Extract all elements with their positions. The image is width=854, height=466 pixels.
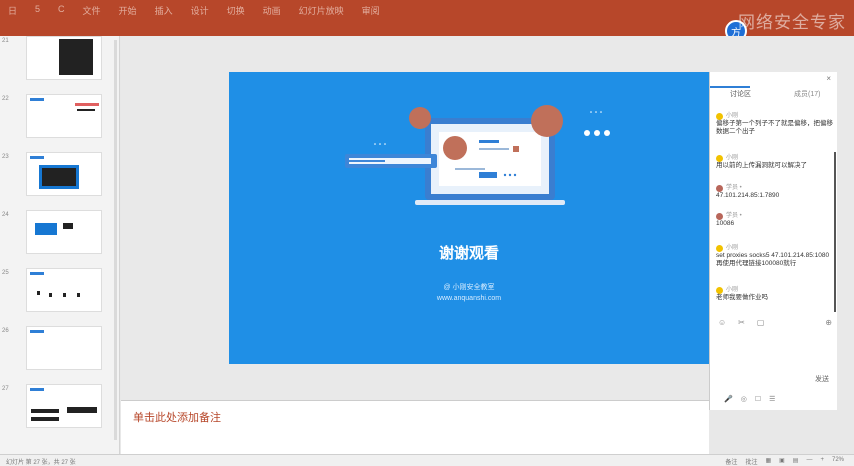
thumbnail-number: 24 bbox=[2, 212, 9, 218]
thumbnail-row[interactable]: 24 bbox=[0, 210, 118, 266]
tab-members[interactable]: 成员(17) bbox=[794, 89, 820, 99]
status-bar: 幻灯片 第 27 张，共 27 张 备注 批注 ▦ ▣ ▤ — + 72% bbox=[0, 454, 854, 466]
thumbnail-row[interactable]: 21 bbox=[0, 36, 118, 92]
message-author: 小刚 bbox=[726, 155, 739, 161]
chat-bottom-toolbar: 🎤 ◎ ☐ ☰ bbox=[724, 395, 836, 403]
avatar bbox=[716, 212, 723, 220]
avatar bbox=[716, 286, 723, 294]
notes-button[interactable]: 备注 bbox=[725, 457, 737, 466]
reading-view-icon[interactable]: ▤ bbox=[793, 457, 799, 466]
chat-message: 小刚 用以前的上传漏洞就可以解决了 bbox=[716, 154, 834, 170]
chat-toolbar: ☺ ✂ ▢ ⊕ bbox=[718, 318, 832, 328]
slide-counter: 幻灯片 第 27 张，共 27 张 bbox=[6, 460, 76, 466]
quick-access-menu: 日 5 C 文件 开始 插入 设计 切换 动画 幻灯片放映 审阅 bbox=[8, 4, 380, 17]
tab-discussion[interactable]: 讨论区 bbox=[730, 89, 751, 99]
avatar bbox=[716, 184, 723, 192]
menu-slideshow[interactable]: 幻灯片放映 bbox=[299, 4, 344, 17]
comments-button[interactable]: 批注 bbox=[745, 457, 757, 466]
image-icon[interactable]: ▢ bbox=[757, 318, 765, 328]
thumbnail-number: 25 bbox=[2, 270, 9, 276]
thumbnail-row[interactable]: 22 bbox=[0, 94, 118, 150]
avatar bbox=[716, 244, 723, 252]
avatar bbox=[716, 112, 723, 120]
zoom-out-icon[interactable]: — bbox=[806, 457, 812, 466]
emoji-icon[interactable]: ☺ bbox=[718, 318, 726, 328]
message-text: set proxies socks5 47.101.214.85:1080 再使… bbox=[716, 252, 830, 267]
redo-icon[interactable]: C bbox=[58, 4, 65, 17]
slide-thumbnail[interactable] bbox=[26, 152, 102, 196]
notes-pane[interactable]: 单击此处添加备注 bbox=[121, 400, 709, 454]
save-icon[interactable]: 日 bbox=[8, 4, 17, 17]
slide-thumbnail[interactable] bbox=[26, 210, 102, 254]
message-author: 学员 • bbox=[726, 185, 742, 191]
message-author: 小刚 bbox=[726, 287, 739, 293]
menu-animations[interactable]: 动画 bbox=[263, 4, 281, 17]
active-tab-indicator bbox=[710, 86, 750, 88]
normal-view-icon[interactable]: ▦ bbox=[765, 457, 771, 466]
thumbnail-number: 21 bbox=[2, 38, 9, 44]
message-text: 偏移子第一个列子不了就是偏移，把偏移数据二个出子 bbox=[716, 120, 833, 135]
chat-message: 学员 • 10086 bbox=[716, 212, 834, 228]
message-author: 小刚 bbox=[726, 245, 739, 251]
sorter-view-icon[interactable]: ▣ bbox=[779, 457, 785, 466]
message-text: 10086 bbox=[716, 220, 735, 227]
zoom-level[interactable]: 72% bbox=[832, 457, 844, 466]
camera-icon[interactable]: ◎ bbox=[741, 395, 747, 403]
scissors-icon[interactable]: ✂ bbox=[738, 318, 745, 328]
chat-scrollbar[interactable] bbox=[834, 152, 836, 312]
menu-review[interactable]: 审阅 bbox=[362, 4, 380, 17]
zoom-in-icon[interactable]: + bbox=[820, 457, 824, 466]
thumbnails-scrollbar[interactable] bbox=[114, 40, 117, 440]
message-author: 小刚 bbox=[726, 113, 739, 119]
title-bar: 日 5 C 文件 开始 插入 设计 切换 动画 幻灯片放映 审阅 方 网络安全专… bbox=[0, 0, 854, 42]
discussion-panel: × 讨论区 成员(17) 小刚 偏移子第一个列子不了就是偏移，把偏移数据二个出子… bbox=[709, 72, 837, 410]
menu-file[interactable]: 文件 bbox=[83, 4, 101, 17]
thumbnail-number: 23 bbox=[2, 154, 9, 160]
menu-insert[interactable]: 插入 bbox=[155, 4, 173, 17]
thumbnail-number: 27 bbox=[2, 386, 9, 392]
slide-thumbnail[interactable] bbox=[26, 94, 102, 138]
chat-message: 小刚 set proxies socks5 47.101.214.85:1080… bbox=[716, 244, 834, 268]
chat-message: 小刚 偏移子第一个列子不了就是偏移，把偏移数据二个出子 bbox=[716, 112, 834, 136]
menu-design[interactable]: 设计 bbox=[191, 4, 209, 17]
notes-placeholder: 单击此处添加备注 bbox=[133, 411, 221, 424]
chat-message: 学员 • 47.101.214.85:1.7890 bbox=[716, 184, 834, 200]
menu-transitions[interactable]: 切换 bbox=[227, 4, 245, 17]
slide-title: 谢谢观看 bbox=[438, 244, 499, 262]
message-text: 47.101.214.85:1.7890 bbox=[716, 192, 780, 199]
laptop-illustration bbox=[345, 105, 610, 205]
status-bar-controls: 备注 批注 ▦ ▣ ▤ — + 72% bbox=[725, 457, 844, 466]
message-text: 用以前的上传漏洞就可以解决了 bbox=[716, 162, 807, 169]
message-text: 老师我要做作业吗 bbox=[716, 294, 768, 301]
menu-home[interactable]: 开始 bbox=[119, 4, 137, 17]
chat-message: 小刚 老师我要做作业吗 bbox=[716, 286, 834, 302]
thumbnail-row[interactable]: 23 bbox=[0, 152, 118, 208]
menu-icon[interactable]: ☰ bbox=[769, 395, 775, 403]
watermark-text: 网络安全专家 bbox=[738, 13, 846, 33]
slide-subtitle: @ 小刚安全教室 bbox=[443, 284, 495, 291]
slide-thumbnail[interactable] bbox=[26, 326, 102, 370]
more-icon[interactable]: ⊕ bbox=[825, 318, 832, 328]
send-button[interactable]: 发送 bbox=[815, 374, 829, 384]
close-icon[interactable]: × bbox=[826, 74, 831, 83]
thumbnail-row[interactable]: 25 bbox=[0, 268, 118, 324]
thumbnail-row[interactable]: 26 bbox=[0, 326, 118, 382]
thumbnail-row[interactable]: 27 bbox=[0, 384, 118, 440]
avatar bbox=[716, 154, 723, 162]
discussion-tabs: 讨论区 成员(17) bbox=[710, 86, 838, 102]
message-author: 学员 • bbox=[726, 213, 742, 219]
screen-icon[interactable]: ☐ bbox=[755, 395, 761, 403]
microphone-icon[interactable]: 🎤 bbox=[724, 395, 733, 403]
thumbnail-number: 26 bbox=[2, 328, 9, 334]
slide-url: www.anquanshi.com bbox=[436, 295, 502, 302]
slide-thumbnail[interactable] bbox=[26, 384, 102, 428]
slide-thumbnails-pane: 21 22 23 24 25 26 27 bbox=[0, 36, 120, 454]
slide-thumbnail[interactable] bbox=[26, 268, 102, 312]
current-slide[interactable]: 谢谢观看 @ 小刚安全教室 www.anquanshi.com bbox=[229, 72, 709, 364]
slide-thumbnail[interactable] bbox=[26, 36, 102, 80]
undo-icon[interactable]: 5 bbox=[35, 4, 40, 17]
thumbnail-number: 22 bbox=[2, 96, 9, 102]
